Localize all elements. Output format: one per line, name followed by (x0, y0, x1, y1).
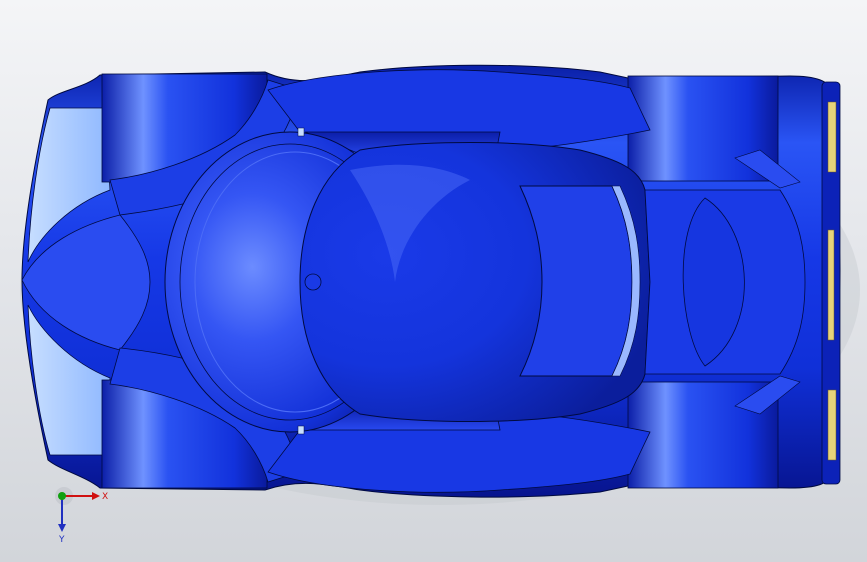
steering-hub (304, 273, 322, 291)
z-axis-dot (58, 492, 66, 500)
mirror-left (297, 127, 305, 137)
y-axis-label: Y (58, 535, 65, 544)
y-axis-arrowhead (58, 524, 66, 532)
x-axis-arrowhead (92, 492, 100, 500)
coordinate-triad: X Y (55, 487, 108, 544)
mirror-right (297, 425, 305, 435)
cad-model-viewport[interactable] (0, 0, 867, 562)
x-axis-label: X (102, 492, 108, 502)
